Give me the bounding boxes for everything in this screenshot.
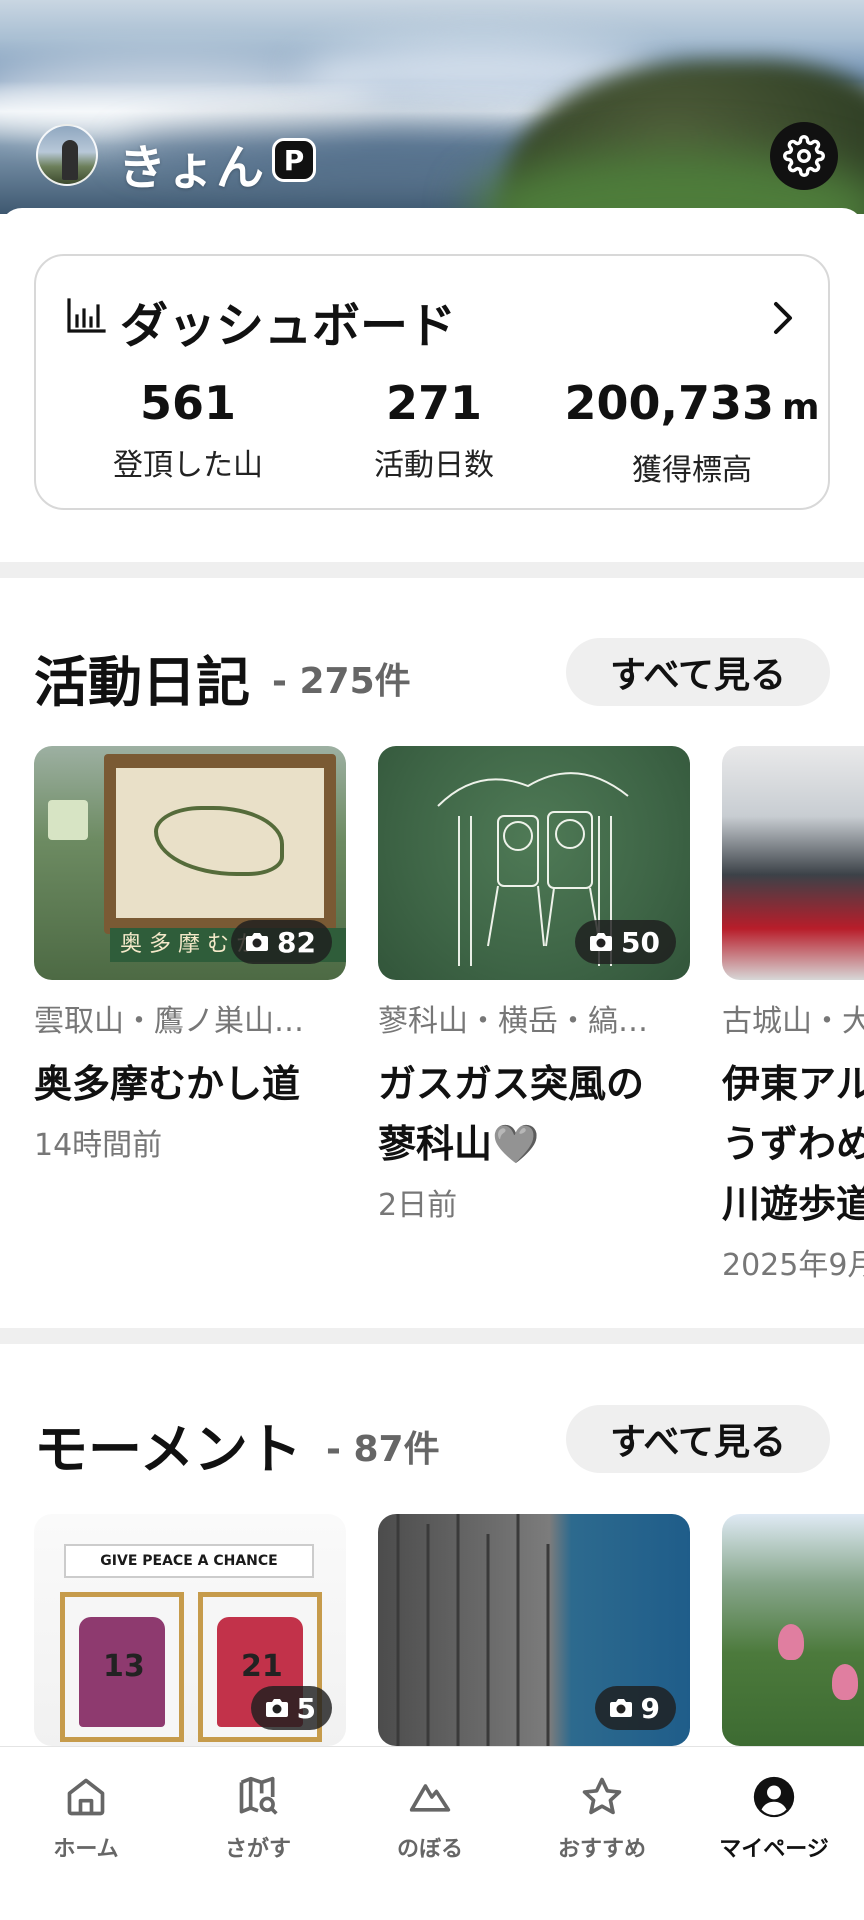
diary-mountains: 蓼科山・横岳・縞… bbox=[378, 1004, 648, 1039]
avatar[interactable] bbox=[36, 124, 98, 186]
nav-label: おすすめ bbox=[557, 1837, 646, 1862]
stat-label: 獲得標高 bbox=[632, 453, 752, 488]
username: きょん bbox=[118, 140, 266, 196]
diary-thumbnail: 50 bbox=[378, 746, 690, 980]
nav-item-climb[interactable]: のぼる bbox=[344, 1775, 516, 1863]
diary-count: - 275件 bbox=[272, 661, 411, 702]
moment-card[interactable]: 9 bbox=[378, 1514, 690, 1746]
banner-text: GIVE PEACE A CHANCE bbox=[64, 1544, 314, 1578]
stat-unit: m bbox=[782, 387, 820, 428]
photo-count: 50 bbox=[621, 925, 660, 959]
diary-time: 2日前 bbox=[378, 1188, 458, 1223]
stat-label: 活動日数 bbox=[374, 448, 494, 483]
diary-card[interactable]: 古城山・大 伊東アル うずわめ 川遊歩道 2025年9月 bbox=[722, 746, 864, 1284]
jersey-number: 13 bbox=[103, 1649, 145, 1684]
diary-time: 2025年9月 bbox=[722, 1248, 864, 1283]
nav-item-search[interactable]: さがす bbox=[172, 1775, 344, 1863]
photo-count: 9 bbox=[640, 1691, 660, 1725]
moments-section-title: モーメント bbox=[34, 1418, 302, 1481]
diary-mountains: 雲取山・鷹ノ巣山… bbox=[34, 1004, 304, 1039]
star-icon bbox=[582, 1777, 622, 1815]
header-edge bbox=[0, 208, 864, 214]
moments-see-all-button[interactable]: すべて見る bbox=[566, 1405, 830, 1473]
moment-thumbnail: 9 bbox=[378, 1514, 690, 1746]
stat-activity-days: 271 活動日数 bbox=[304, 376, 564, 484]
diary-see-all-button[interactable]: すべて見る bbox=[566, 638, 830, 706]
photo-count-badge: 5 bbox=[250, 1686, 332, 1730]
nav-item-recommend[interactable]: おすすめ bbox=[516, 1775, 688, 1863]
camera-icon bbox=[590, 933, 613, 951]
diary-title-line: 伊東アル bbox=[722, 1062, 864, 1106]
moment-thumbnail bbox=[722, 1514, 864, 1746]
premium-badge: P bbox=[272, 138, 316, 182]
diary-section-title: 活動日記 bbox=[34, 651, 250, 714]
diary-title: 伊東アル うずわめ 川遊歩道 bbox=[722, 1054, 864, 1234]
stat-summits: 561 登頂した山 bbox=[58, 376, 318, 484]
stat-value: 271 bbox=[385, 376, 483, 430]
settings-button[interactable] bbox=[770, 122, 838, 190]
section-divider bbox=[0, 1328, 864, 1344]
nav-label: ホーム bbox=[53, 1837, 119, 1862]
diary-title-line: 川遊歩道 bbox=[722, 1182, 864, 1226]
diary-thumbnail: 奥 多 摩 む か 82 bbox=[34, 746, 346, 980]
dashboard-title: ダッシュボード bbox=[120, 298, 457, 354]
section-divider bbox=[0, 562, 864, 578]
bottom-nav: ホーム さがす のぼる おすすめ マイページ bbox=[0, 1746, 864, 1920]
dashboard-card[interactable]: ダッシュボード 561 登頂した山 271 活動日数 200,733 m 獲得標高 bbox=[34, 254, 830, 510]
moments-count: - 87件 bbox=[326, 1429, 440, 1470]
diary-card[interactable]: 奥 多 摩 む か 82 雲取山・鷹ノ巣山… 奥多摩むかし道 14時間前 bbox=[34, 746, 346, 1164]
nav-label: さがす bbox=[224, 1837, 291, 1862]
diary-card[interactable]: 50 蓼科山・横岳・縞… ガスガス突風の 蓼科山🩶 2日前 bbox=[378, 746, 690, 1224]
home-icon bbox=[67, 1778, 105, 1816]
nav-label: マイページ bbox=[719, 1837, 829, 1862]
photo-count-badge: 82 bbox=[231, 920, 332, 964]
chevron-right-icon bbox=[774, 302, 792, 334]
user-circle-icon bbox=[753, 1776, 795, 1818]
nav-item-mypage[interactable]: マイページ bbox=[688, 1775, 860, 1863]
diary-title-line: ガスガス突風の bbox=[378, 1062, 645, 1106]
nav-label: のぼる bbox=[396, 1837, 463, 1862]
diary-mountains: 古城山・大 bbox=[722, 1004, 864, 1039]
diary-title: ガスガス突風の 蓼科山🩶 bbox=[378, 1054, 690, 1174]
camera-icon bbox=[609, 1699, 632, 1717]
mountain-icon bbox=[409, 1784, 451, 1812]
camera-icon bbox=[246, 933, 269, 951]
bar-chart-icon bbox=[67, 298, 106, 333]
stat-elevation-gain: 200,733 m 獲得標高 bbox=[552, 376, 832, 489]
moment-thumbnail: GIVE PEACE A CHANCE 13 21 5 bbox=[34, 1514, 346, 1746]
diary-title-line: うずわめ bbox=[722, 1122, 864, 1166]
moment-card[interactable] bbox=[722, 1514, 864, 1746]
moment-card[interactable]: GIVE PEACE A CHANCE 13 21 5 bbox=[34, 1514, 346, 1746]
photo-count: 5 bbox=[296, 1691, 316, 1725]
diary-thumbnail bbox=[722, 746, 864, 980]
diary-title: 奥多摩むかし道 bbox=[34, 1062, 301, 1106]
photo-count-badge: 9 bbox=[594, 1686, 676, 1730]
photo-count: 82 bbox=[277, 925, 316, 959]
jersey-number: 21 bbox=[241, 1649, 283, 1684]
photo-count-badge: 50 bbox=[575, 920, 676, 964]
stat-value: 200,733 bbox=[564, 376, 774, 430]
diary-time: 14時間前 bbox=[34, 1128, 163, 1163]
stat-label: 登頂した山 bbox=[113, 448, 263, 483]
diary-title-line: 蓼科山🩶 bbox=[378, 1122, 540, 1166]
nav-item-home[interactable]: ホーム bbox=[0, 1775, 172, 1863]
map-search-icon bbox=[239, 1776, 278, 1815]
gear-icon bbox=[783, 135, 825, 177]
camera-icon bbox=[265, 1699, 288, 1717]
stat-value: 561 bbox=[139, 376, 237, 430]
